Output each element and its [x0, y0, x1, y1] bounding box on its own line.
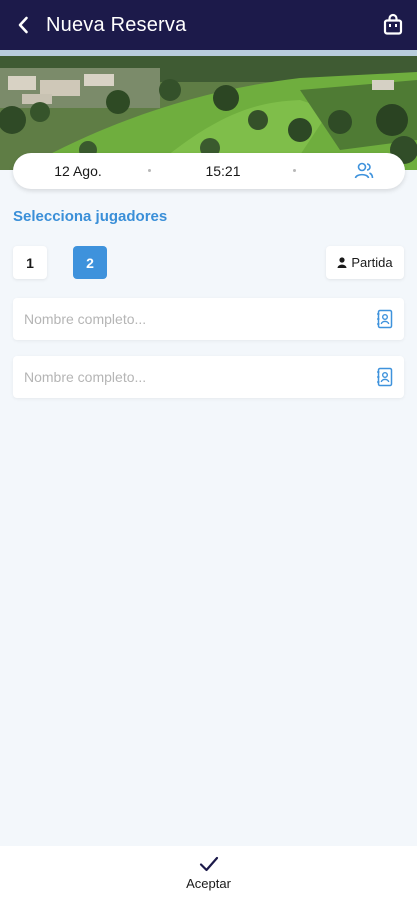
cart-button[interactable] [381, 13, 405, 37]
contact-book-icon[interactable] [376, 309, 394, 329]
shopping-bag-icon [383, 13, 403, 35]
separator-dot [148, 169, 151, 172]
player-count-2-button[interactable]: 2 [73, 246, 107, 279]
back-button[interactable] [0, 0, 46, 50]
accept-label: Aceptar [186, 876, 231, 891]
chevron-left-icon [18, 16, 28, 34]
select-players-heading: Selecciona jugadores [13, 208, 168, 225]
page-title: Nueva Reserva [46, 13, 187, 36]
booking-summary-pill: 12 Ago. 15:21 [13, 153, 405, 189]
golf-course-banner [0, 50, 417, 170]
booking-date[interactable]: 12 Ago. [43, 163, 113, 179]
booking-time[interactable]: 15:21 [188, 163, 258, 179]
partida-button[interactable]: Partida [326, 246, 404, 279]
separator-dot [293, 169, 296, 172]
users-icon[interactable] [354, 162, 374, 180]
player-name-input-2[interactable] [13, 356, 376, 398]
checkmark-icon [199, 856, 218, 872]
person-icon [337, 257, 347, 268]
partida-label: Partida [351, 255, 393, 270]
player-name-input-1[interactable] [13, 298, 376, 340]
player-count-1-button[interactable]: 1 [13, 246, 47, 279]
player-name-field-1 [13, 298, 404, 340]
contact-book-icon[interactable] [376, 367, 394, 387]
player-name-field-2 [13, 356, 404, 398]
top-app-bar: Nueva Reserva [0, 0, 417, 50]
accept-button[interactable]: Aceptar [0, 846, 417, 900]
